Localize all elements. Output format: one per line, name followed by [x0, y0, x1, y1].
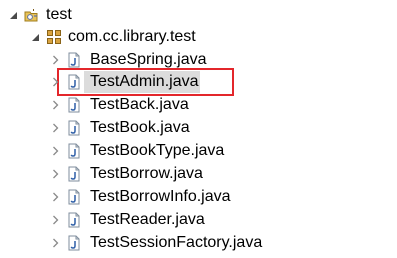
- tree-item-file[interactable]: TestBack.java: [50, 94, 191, 116]
- tree-item-file[interactable]: BaseSpring.java: [50, 49, 209, 71]
- file-name: TestAdmin.java: [90, 73, 199, 90]
- tree-item-project[interactable]: test: [8, 4, 72, 26]
- chevron-right-icon[interactable]: [50, 122, 60, 134]
- file-name: TestSessionFactory.java: [90, 234, 263, 251]
- tree-item-file[interactable]: TestBookType.java: [50, 140, 226, 162]
- tree-item-file[interactable]: TestSessionFactory.java: [50, 232, 264, 254]
- file-name: TestBorrow.java: [90, 165, 203, 182]
- java-file-icon: [66, 212, 82, 228]
- chevron-right-icon[interactable]: [50, 145, 60, 157]
- chevron-right-icon[interactable]: [50, 237, 60, 249]
- java-file-icon: [66, 120, 82, 136]
- project-name: test: [46, 6, 72, 23]
- java-file-icon: [66, 74, 82, 90]
- java-file-icon: [66, 166, 82, 182]
- chevron-right-icon[interactable]: [50, 168, 60, 180]
- tree-item-package[interactable]: com.cc.library.test: [30, 26, 196, 48]
- java-file-icon: [66, 97, 82, 113]
- file-name: TestBookType.java: [90, 142, 225, 159]
- chevron-down-icon[interactable]: [8, 9, 18, 21]
- chevron-down-icon[interactable]: [30, 31, 40, 43]
- java-file-icon: [66, 143, 82, 159]
- tree-item-file[interactable]: TestBook.java: [50, 117, 192, 139]
- file-name: TestReader.java: [90, 211, 205, 228]
- file-name: TestBook.java: [90, 119, 190, 136]
- file-name: TestBack.java: [90, 96, 189, 113]
- tree-item-file[interactable]: TestReader.java: [50, 209, 207, 231]
- chevron-right-icon[interactable]: [50, 191, 60, 203]
- file-name: BaseSpring.java: [90, 51, 207, 68]
- file-name: TestBorrowInfo.java: [90, 188, 231, 205]
- java-file-icon: [66, 52, 82, 68]
- java-file-icon: [66, 235, 82, 251]
- chevron-right-icon[interactable]: [50, 54, 60, 66]
- package-icon: [46, 29, 62, 45]
- java-project-icon: [24, 7, 40, 23]
- tree-item-file[interactable]: TestAdmin.java: [50, 71, 201, 93]
- java-file-icon: [66, 189, 82, 205]
- tree-item-file[interactable]: TestBorrowInfo.java: [50, 186, 233, 208]
- chevron-right-icon[interactable]: [50, 214, 60, 226]
- tree-item-file[interactable]: TestBorrow.java: [50, 163, 205, 185]
- package-name: com.cc.library.test: [68, 28, 196, 45]
- chevron-right-icon[interactable]: [50, 99, 60, 111]
- chevron-right-icon[interactable]: [50, 76, 60, 88]
